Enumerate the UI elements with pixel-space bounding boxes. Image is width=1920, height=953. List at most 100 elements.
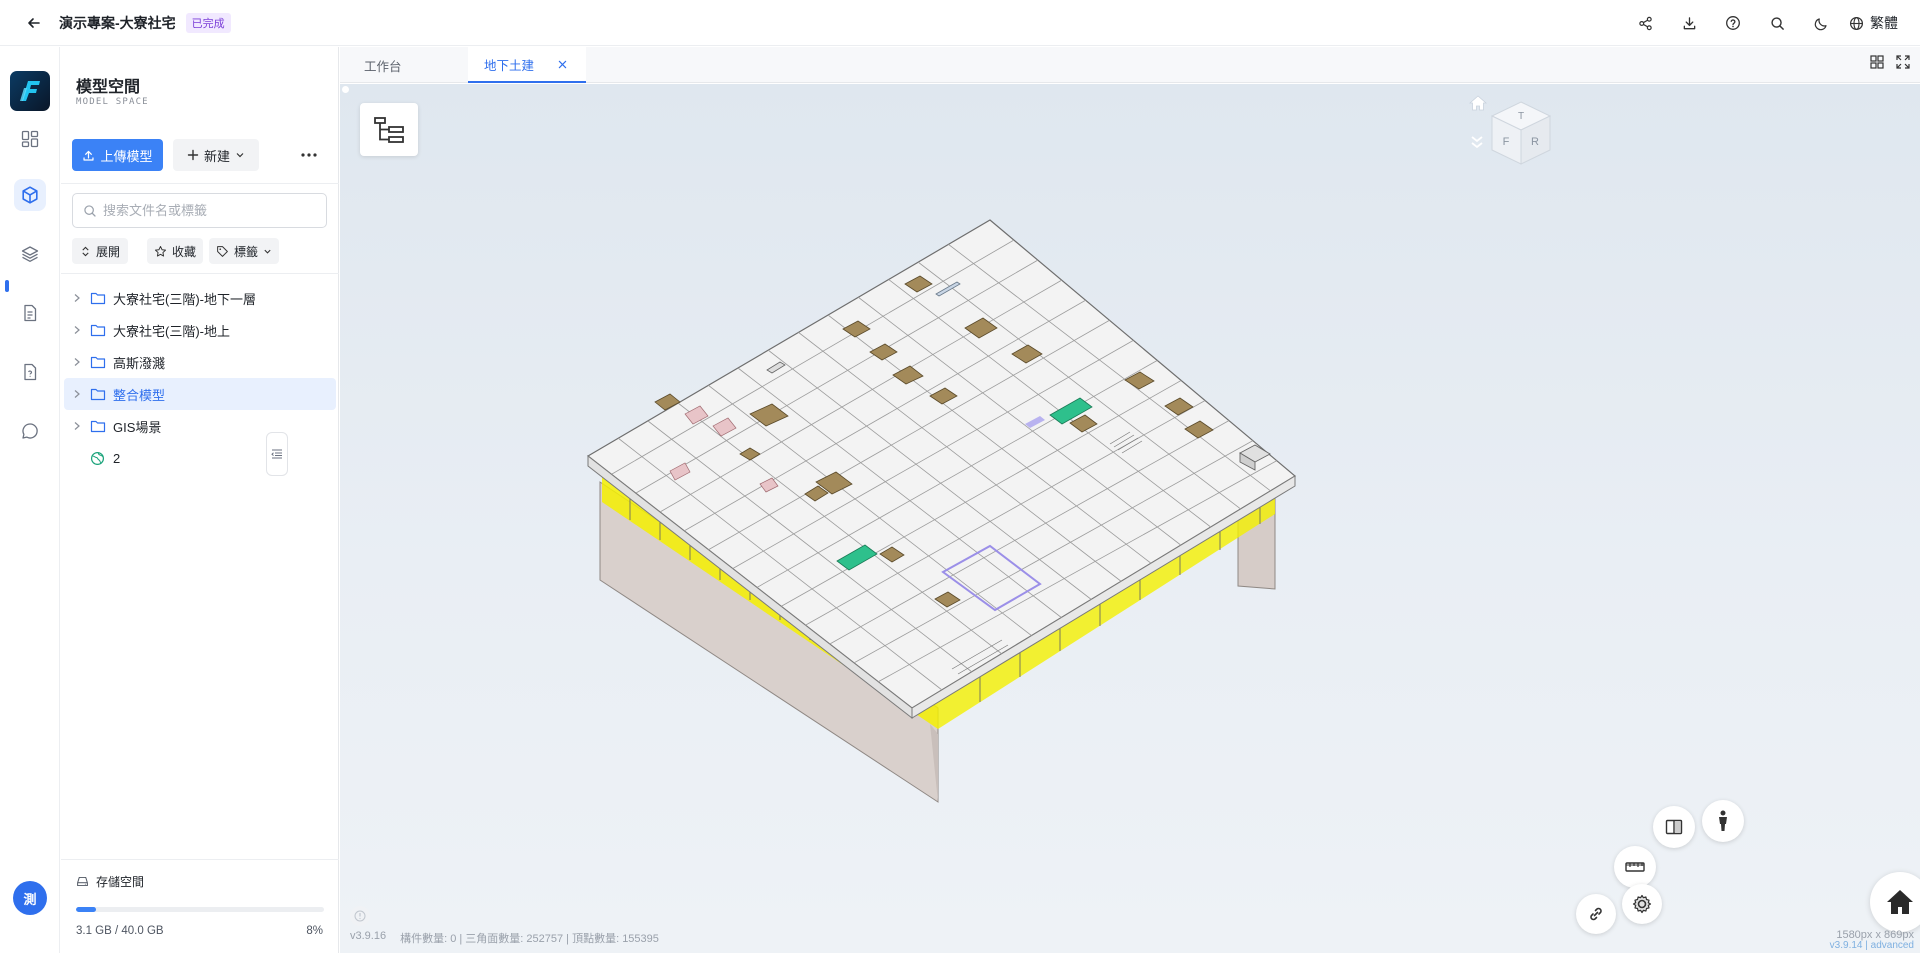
chevron-right-icon[interactable]	[71, 357, 83, 367]
logo-icon	[20, 81, 40, 101]
upload-icon	[83, 150, 95, 161]
top-actions: 繁體	[1623, 0, 1898, 46]
rail-active-indicator	[5, 280, 9, 292]
tree-item-above-ground[interactable]: 大寮社宅(三階)-地上	[64, 314, 336, 346]
viewer-status-bar: v3.9.16 構件數量: 0 | 三角面數量: 252757 | 頂點數量: …	[350, 930, 659, 946]
tags-filter[interactable]: 標籤	[209, 238, 279, 264]
document-icon	[24, 304, 37, 322]
tags-label: 標籤	[233, 244, 258, 259]
download-icon	[1683, 16, 1695, 29]
tab-workbench[interactable]: 工作台	[364, 47, 402, 83]
folder-icon	[90, 355, 106, 369]
help-button[interactable]	[1711, 0, 1755, 46]
link-button[interactable]	[1576, 894, 1616, 934]
tree-item-label: 整合模型	[113, 387, 166, 403]
chevron-right-icon[interactable]	[71, 421, 83, 431]
chat-bubble-icon	[22, 423, 38, 439]
dashboard-icon	[21, 130, 39, 148]
search-icon	[1770, 16, 1784, 30]
rail-reports[interactable]	[14, 356, 46, 388]
tab-basement-civil[interactable]: 地下土建	[468, 47, 586, 83]
globe-icon	[1849, 16, 1864, 30]
share-icon	[1638, 16, 1652, 30]
app-logo[interactable]	[10, 71, 50, 111]
chevron-right-icon[interactable]	[71, 293, 83, 303]
tree-item-label: 高斯潑濺	[113, 355, 166, 371]
upload-model-label: 上傳模型	[100, 148, 153, 164]
measure-button[interactable]	[1614, 846, 1656, 888]
ruler-icon	[1625, 862, 1645, 872]
tree-item-basement[interactable]: 大寮社宅(三階)-地下一層	[64, 282, 336, 314]
person-icon	[1719, 810, 1727, 831]
storage-progress-fill	[76, 907, 96, 912]
tag-icon	[217, 245, 228, 257]
folder-icon	[90, 323, 106, 337]
rail-dashboard[interactable]	[14, 123, 46, 155]
collapse-panel-button[interactable]	[266, 432, 288, 476]
search-icon	[84, 204, 96, 217]
storage-progress-bar	[76, 907, 324, 912]
folder-icon	[90, 387, 106, 401]
rail-comments[interactable]	[14, 415, 46, 447]
tree-item-integrated-model[interactable]: 整合模型	[64, 378, 336, 410]
home-icon	[1887, 890, 1913, 914]
model-tree: 大寮社宅(三階)-地下一層 大寮社宅(三階)-地上 高斯潑濺 整合模型 GIS場…	[64, 282, 336, 474]
chevrons-down-icon[interactable]	[1469, 134, 1485, 150]
home-view-icon[interactable]	[1468, 94, 1488, 112]
back-button[interactable]	[23, 12, 45, 34]
hard-drive-icon	[77, 876, 88, 887]
storage-label-text: 存儲空間	[96, 875, 145, 889]
download-button[interactable]	[1667, 0, 1711, 46]
theme-toggle-button[interactable]	[1799, 0, 1843, 46]
arrow-left-icon	[28, 17, 40, 28]
close-tab-button[interactable]	[558, 60, 567, 69]
new-button[interactable]: 新建	[173, 139, 259, 171]
split-panel-icon	[1665, 819, 1683, 835]
search-button[interactable]	[1755, 0, 1799, 46]
expand-toggle[interactable]: 展開	[72, 238, 128, 264]
settings-button[interactable]	[1622, 884, 1662, 924]
info-button[interactable]	[350, 906, 370, 926]
chevron-right-icon[interactable]	[71, 325, 83, 335]
more-options-button[interactable]	[297, 143, 321, 167]
status-badge: 已完成	[185, 12, 231, 33]
rail-documents[interactable]	[14, 297, 46, 329]
language-selector[interactable]: 繁體	[1849, 13, 1898, 33]
top-bar: 演示專案-大寮社宅 已完成 繁體	[0, 0, 1920, 46]
gear-icon	[1632, 894, 1652, 914]
chevron-down-icon	[264, 249, 271, 254]
3d-viewport[interactable]: T F R v3.9.16 構件數量: 0 | 三角面數量: 252757 | …	[340, 84, 1920, 953]
tree-item-gaussian-splatting[interactable]: 高斯潑濺	[64, 346, 336, 378]
tree-item-gis-scene[interactable]: GIS場景	[64, 410, 336, 442]
model-space-panel: 模型空間 MODEL SPACE 上傳模型 新建 展開 收藏 標籤 大寮社宅(三…	[61, 47, 339, 953]
help-icon	[1726, 16, 1740, 30]
favorite-filter[interactable]: 收藏	[147, 238, 203, 264]
viewcube-right-label: R	[1531, 136, 1539, 148]
walk-mode-button[interactable]	[1702, 800, 1744, 842]
search-input[interactable]	[103, 203, 313, 218]
viewer-build-info: v3.9.14 | advanced	[1829, 940, 1914, 951]
tree-item-label: 2	[113, 450, 121, 466]
section-view-button[interactable]	[1653, 806, 1695, 848]
panel-divider	[61, 183, 339, 184]
expand-label: 展開	[95, 244, 120, 259]
view-cube[interactable]: T F R	[1488, 98, 1554, 168]
layers-icon	[21, 246, 39, 262]
viewcube-front-label: F	[1503, 136, 1510, 148]
chevron-down-icon	[236, 153, 244, 158]
tab-label: 工作台	[364, 59, 402, 74]
chevron-right-icon[interactable]	[71, 389, 83, 399]
upload-model-button[interactable]: 上傳模型	[72, 139, 163, 171]
tree-item-2[interactable]: 2	[64, 442, 336, 474]
split-view-icon[interactable]	[1870, 55, 1884, 69]
rail-model-space[interactable]	[14, 179, 46, 211]
panel-title: 模型空間	[76, 79, 141, 96]
outdent-icon	[271, 449, 282, 459]
model-stats: 構件數量: 0 | 三角面數量: 252757 | 頂點數量: 155395	[400, 933, 659, 945]
tree-item-label: 大寮社宅(三階)-地上	[113, 323, 230, 339]
favorite-label: 收藏	[171, 244, 196, 259]
share-button[interactable]	[1623, 0, 1667, 46]
rail-layers[interactable]	[14, 238, 46, 270]
user-avatar[interactable]: 測	[13, 881, 47, 915]
fullscreen-icon[interactable]	[1896, 55, 1910, 69]
